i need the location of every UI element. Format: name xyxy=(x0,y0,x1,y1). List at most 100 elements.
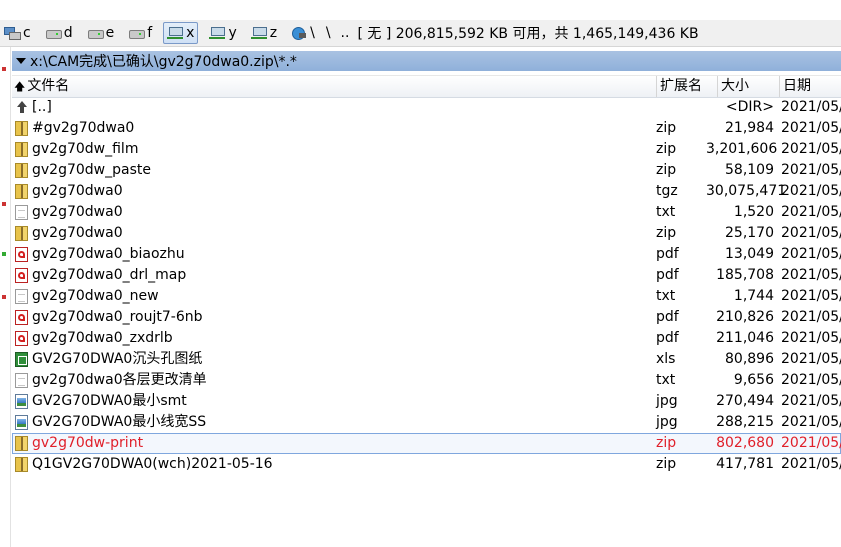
zip-file-icon xyxy=(15,226,28,241)
hard-drive-icon xyxy=(45,27,62,39)
txt-file-icon xyxy=(15,289,28,304)
file-list[interactable]: [..] <DIR> 2021/05/ #gv2g70dwa0 zip 21,984 202… xyxy=(12,97,841,475)
file-row[interactable]: gv2g70dw-print zip 802,680 2021/05/ xyxy=(12,433,841,454)
column-name-header[interactable]: 🡅 文件名 xyxy=(12,76,657,97)
file-row[interactable]: gv2g70dwa0 txt 1,520 2021/05/ xyxy=(12,202,841,223)
file-row[interactable]: gv2g70dwa0_new txt 1,744 2021/05/ xyxy=(12,286,841,307)
network-drive-icon xyxy=(209,27,226,39)
file-row[interactable]: gv2g70dw_film zip 3,201,606 2021/05/ xyxy=(12,139,841,160)
file-row[interactable]: gv2g70dw_paste zip 58,109 2021/05/ xyxy=(12,160,841,181)
column-size-header[interactable]: 大小 xyxy=(718,76,780,97)
file-ext: tgz xyxy=(656,183,678,199)
file-row[interactable]: gv2g70dwa0 zip 25,170 2021/05/ xyxy=(12,223,841,244)
file-name: [..] xyxy=(32,99,52,115)
network-drive-icon xyxy=(167,27,184,39)
zip-file-icon xyxy=(15,163,28,178)
drive-button-c[interactable]: c xyxy=(1,22,34,44)
file-ext: zip xyxy=(656,225,677,241)
drive-button-d[interactable]: d xyxy=(42,22,76,44)
file-row[interactable]: gv2g70dwa0各层更改清单 txt 9,656 2021/05/ xyxy=(12,370,841,391)
file-ext: zip xyxy=(656,120,677,136)
drive-label: \ xyxy=(310,25,315,41)
root-button[interactable]: \ xyxy=(326,25,331,41)
drive-label: d xyxy=(63,25,73,41)
file-size: 1,744 xyxy=(733,288,774,304)
file-row[interactable]: Q1GV2G70DWA0(wch)2021-05-16 zip 417,781 202… xyxy=(12,454,841,475)
column-header: 🡅 文件名 扩展名 大小 日期 xyxy=(12,75,841,98)
file-size: 30,075,471 xyxy=(706,183,787,199)
file-row[interactable]: gv2g70dwa0 tgz 30,075,471 2021/05/ xyxy=(12,181,841,202)
file-date: 2021/05/ xyxy=(781,414,841,430)
file-size: 210,826 xyxy=(716,309,774,325)
file-date: 2021/05/ xyxy=(781,225,841,241)
drive-button-x[interactable]: x xyxy=(163,22,199,44)
drive-button-z[interactable]: z xyxy=(248,22,280,44)
current-path: x:\CAM完成\已确认\gv2g70dwa0.zip\*.* xyxy=(30,54,297,70)
file-row[interactable]: GV2G70DWA0最小smt jpg 270,494 2021/05/ xyxy=(12,391,841,412)
file-name: gv2g70dwa0各层更改清单 xyxy=(32,372,207,388)
file-date: 2021/05/ xyxy=(781,435,841,451)
sort-up-icon: 🡅 xyxy=(14,80,26,93)
file-name: Q1GV2G70DWA0(wch)2021-05-16 xyxy=(32,456,273,472)
file-date: 2021/05/ xyxy=(781,267,841,283)
drive-bar: c d e f x y z \ \.. [ 无 ] 206,815,592 KB 可用，共 1,4… xyxy=(0,20,841,47)
file-date: 2021/05/ xyxy=(781,393,841,409)
file-name: gv2g70dwa0_zxdrlb xyxy=(32,330,173,346)
pdf-file-icon xyxy=(15,310,28,325)
column-ext-header[interactable]: 扩展名 xyxy=(657,76,718,97)
file-row[interactable]: gv2g70dwa0_zxdrlb pdf 211,046 2021/05/ xyxy=(12,328,841,349)
file-ext: xls xyxy=(656,351,676,367)
file-ext: zip xyxy=(656,456,677,472)
file-size: 288,215 xyxy=(716,414,774,430)
history-dropdown-icon[interactable] xyxy=(16,58,26,64)
hard-drive-icon xyxy=(87,27,104,39)
drive-label: f xyxy=(147,25,153,41)
txt-file-icon xyxy=(15,205,28,220)
path-bar[interactable]: x:\CAM完成\已确认\gv2g70dwa0.zip\*.* xyxy=(12,51,841,71)
file-size: 802,680 xyxy=(716,435,774,451)
file-name: gv2g70dwa0_drl_map xyxy=(32,267,187,283)
file-date: 2021/05/ xyxy=(781,99,841,115)
drive-button-e[interactable]: e xyxy=(84,22,118,44)
file-row[interactable]: #gv2g70dwa0 zip 21,984 2021/05/ xyxy=(12,118,841,139)
file-name: gv2g70dwa0_roujt7-6nb xyxy=(32,309,203,325)
column-name-label: 文件名 xyxy=(27,78,70,94)
file-row[interactable]: gv2g70dwa0_roujt7-6nb pdf 210,826 2021/05/ xyxy=(12,307,841,328)
file-name: gv2g70dw-print xyxy=(32,435,144,451)
file-ext: pdf xyxy=(656,246,679,262)
file-row[interactable]: GV2G70DWA0沉头孔图纸 xls 80,896 2021/05/ xyxy=(12,349,841,370)
file-size: 13,049 xyxy=(725,246,774,262)
xls-file-icon xyxy=(15,352,28,367)
pdf-file-icon xyxy=(15,268,28,283)
file-size: 9,656 xyxy=(733,372,774,388)
file-date: 2021/05/ xyxy=(781,351,841,367)
file-row[interactable]: gv2g70dwa0_biaozhu pdf 13,049 2021/05/ xyxy=(12,244,841,265)
file-row[interactable]: [..] <DIR> 2021/05/ xyxy=(12,97,841,118)
file-name: gv2g70dw_paste xyxy=(32,162,151,178)
hard-drive-icon xyxy=(128,27,146,39)
file-size: 80,896 xyxy=(725,351,774,367)
file-ext: pdf xyxy=(656,309,679,325)
zip-file-icon xyxy=(15,457,28,472)
drive-button-y[interactable]: y xyxy=(206,22,239,44)
file-row[interactable]: GV2G70DWA0最小线宽SS jpg 288,215 2021/05/ xyxy=(12,412,841,433)
parent-dir-button[interactable]: .. xyxy=(341,25,350,41)
zip-file-icon xyxy=(15,121,28,136)
drive-button-network[interactable]: \ xyxy=(288,22,318,44)
file-ext: zip xyxy=(656,162,677,178)
file-name: gv2g70dw_film xyxy=(32,141,139,157)
file-date: 2021/05/ xyxy=(781,309,841,325)
file-name: gv2g70dwa0_new xyxy=(32,288,159,304)
column-date-header[interactable]: 日期 xyxy=(780,76,841,97)
drive-button-f[interactable]: f xyxy=(125,22,155,44)
file-ext: zip xyxy=(656,435,677,451)
txt-file-icon xyxy=(15,373,28,388)
file-date: 2021/05/ xyxy=(781,246,841,262)
zip-file-icon xyxy=(15,184,28,199)
file-ext: jpg xyxy=(656,414,678,430)
file-row[interactable]: gv2g70dwa0_drl_map pdf 185,708 2021/05/ xyxy=(12,265,841,286)
jpg-file-icon xyxy=(15,415,28,430)
left-panel-edge xyxy=(0,47,11,547)
file-date: 2021/05/ xyxy=(781,141,841,157)
file-date: 2021/05/ xyxy=(781,372,841,388)
